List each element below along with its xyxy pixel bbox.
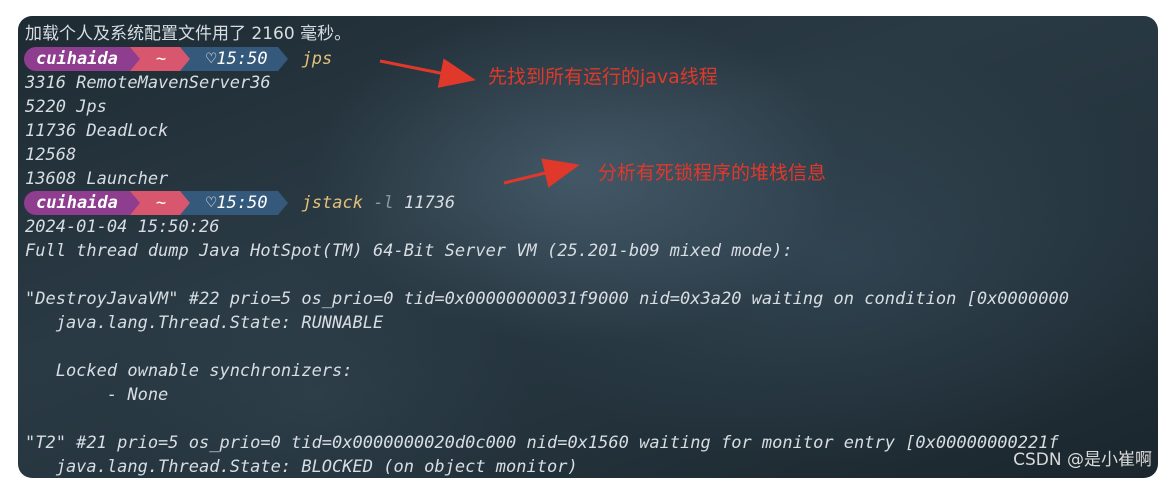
annotation-analyze-stack: 分析有死锁程序的堆栈信息: [598, 162, 827, 184]
terminal-window[interactable]: 加载个人及系统配置文件用了 2160 毫秒。 cuihaida ~ ♡15:50…: [18, 16, 1158, 478]
arrow-icon: [503, 158, 580, 188]
arrow-icon: [379, 58, 476, 88]
annotation-find-java-threads: 先找到所有运行的java线程: [488, 66, 718, 88]
watermark: CSDN @是小崔啊: [1013, 450, 1152, 470]
